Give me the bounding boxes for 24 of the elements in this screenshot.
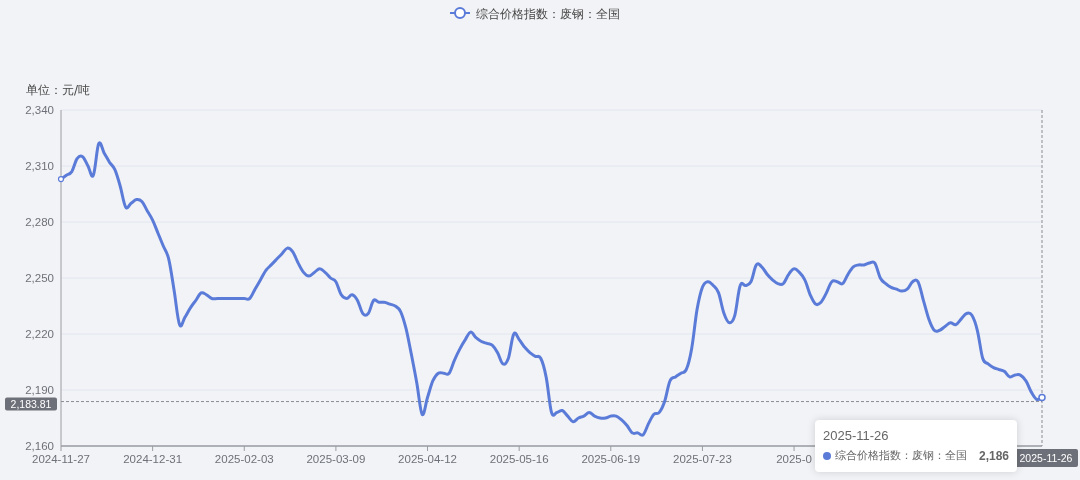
x-axis-tick-label: 2025-04-12 xyxy=(398,453,457,465)
y-axis-tick-label: 2,250 xyxy=(25,271,54,284)
tooltip-value: 2,186 xyxy=(978,448,1010,465)
x-axis-tick-label: 2024-12-31 xyxy=(123,453,183,465)
x-axis-tick-label: 2025-07-23 xyxy=(673,453,732,465)
tooltip-date: 2025-11-26 xyxy=(823,427,890,445)
x-axis-tick-label: 2025-0 xyxy=(776,453,812,465)
legend-label: 综合价格指数：废钢：全国 xyxy=(476,6,620,21)
x-axis-tick-label: 2025-05-16 xyxy=(489,453,549,465)
ref-line-label: 2,183.81 xyxy=(10,397,52,410)
y-axis-tick-label: 2,310 xyxy=(25,159,54,172)
x-crosshair-label: 2025-11-26 xyxy=(1014,449,1078,467)
y-axis-unit-label: 单位：元/吨 xyxy=(26,83,91,97)
x-axis-tick-label: 2025-06-19 xyxy=(581,453,641,465)
tooltip-series-name: 综合价格指数：废钢：全国 xyxy=(835,448,967,464)
y-axis-tick-label: 2,280 xyxy=(25,215,54,228)
x-axis-tick-label: 2024-11-27 xyxy=(32,453,90,465)
y-axis-tick-label: 2,160 xyxy=(25,439,54,452)
y-axis-tick-label: 2,340 xyxy=(25,103,54,116)
y-crosshair-label: 2,183.81 xyxy=(5,397,57,411)
y-axis-tick-label: 2,190 xyxy=(25,383,54,396)
y-axis-tick-label: 2,220 xyxy=(25,327,54,340)
x-axis-tick-label: 2025-03-09 xyxy=(306,453,366,465)
x-axis-tick-label: 2025-02-03 xyxy=(214,453,274,465)
